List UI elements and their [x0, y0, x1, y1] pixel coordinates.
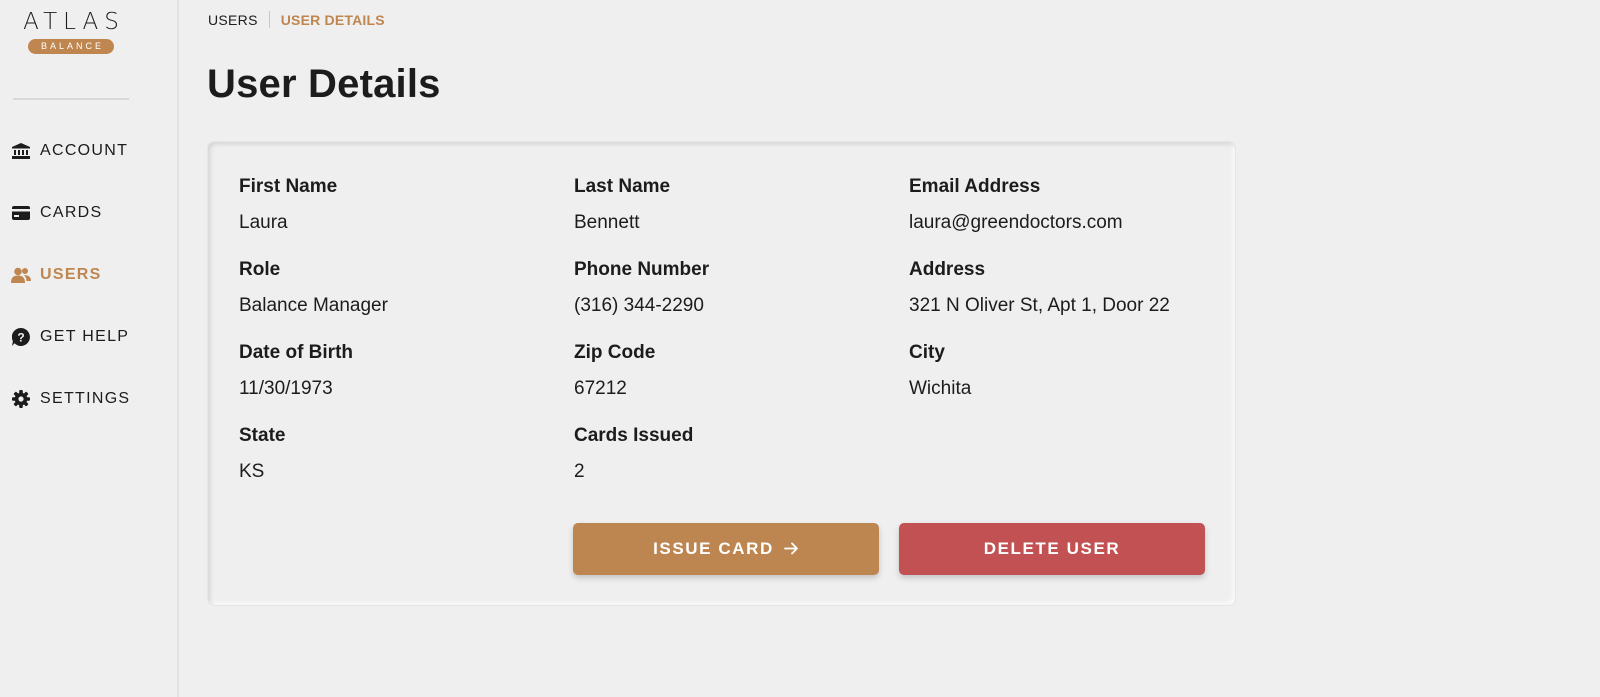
field-value: Bennett [574, 212, 640, 233]
sidebar-item-label: GET HELP [40, 328, 130, 345]
sidebar-item-label: SETTINGS [40, 390, 131, 407]
breadcrumb-users-link[interactable]: USERS [208, 12, 258, 28]
sidebar-divider [13, 98, 129, 100]
breadcrumb-separator [268, 11, 270, 28]
field-label: Phone Number [574, 259, 710, 280]
help-icon: ? [11, 327, 31, 347]
sidebar-item-cards[interactable]: CARDS [0, 195, 177, 231]
field-state: State KS [239, 424, 574, 507]
logo-badge: BALANCE [27, 39, 115, 54]
sidebar-item-users[interactable]: USERS [0, 257, 177, 293]
field-phone-number: Phone Number (316) 344-2290 [574, 258, 909, 341]
field-cards-issued: Cards Issued 2 [574, 424, 909, 507]
field-value: 11/30/1973 [239, 378, 333, 399]
sidebar: ATLAS BALANCE ACCOUNT CARDS USERS ? GET … [0, 0, 179, 697]
sidebar-item-settings[interactable]: SETTINGS [0, 381, 177, 417]
field-label: City [909, 342, 945, 363]
bank-icon [11, 141, 31, 161]
sidebar-item-label: ACCOUNT [40, 142, 129, 159]
breadcrumb-current: USER DETAILS [280, 11, 385, 28]
users-icon [11, 265, 31, 285]
atlas-balance-logo[interactable]: ATLAS BALANCE [17, 8, 125, 54]
field-value: laura@greendoctors.com [909, 212, 1123, 233]
field-value: 321 N Oliver St, Apt 1, Door 22 [909, 295, 1170, 316]
issue-card-label: ISSUE CARD [653, 539, 774, 558]
field-address: Address 321 N Oliver St, Apt 1, Door 22 [909, 258, 1244, 341]
user-details-grid: First Name Laura Last Name Bennett Email… [239, 175, 1244, 507]
field-label: Role [239, 259, 281, 280]
sidebar-item-account[interactable]: ACCOUNT [0, 133, 177, 169]
user-details-card: First Name Laura Last Name Bennett Email… [207, 141, 1236, 606]
field-date-of-birth: Date of Birth 11/30/1973 [239, 341, 574, 424]
issue-card-button[interactable]: ISSUE CARD [573, 523, 879, 575]
field-zip-code: Zip Code 67212 [574, 341, 909, 424]
field-value: KS [239, 461, 265, 482]
gear-icon [11, 389, 31, 409]
field-value: 67212 [574, 378, 627, 399]
sidebar-nav: ACCOUNT CARDS USERS ? GET HELP SETTINGS [0, 133, 177, 443]
field-email-address: Email Address laura@greendoctors.com [909, 175, 1244, 258]
field-value: Balance Manager [239, 295, 388, 316]
field-value: (316) 344-2290 [574, 295, 704, 316]
credit-card-icon [11, 203, 31, 223]
field-last-name: Last Name Bennett [574, 175, 909, 258]
field-label: Address [909, 259, 986, 280]
arrow-right-icon [784, 539, 799, 560]
svg-text:?: ? [17, 331, 24, 345]
delete-user-label: DELETE USER [983, 539, 1121, 558]
field-label: Last Name [574, 176, 671, 197]
sidebar-item-label: USERS [40, 266, 102, 283]
field-label: Cards Issued [574, 425, 694, 446]
field-value: Wichita [909, 378, 972, 399]
page-title: User Details [207, 62, 441, 106]
sidebar-item-label: CARDS [40, 204, 103, 221]
field-label: First Name [239, 176, 338, 197]
field-label: Date of Birth [239, 342, 353, 363]
field-label: State [239, 425, 286, 446]
field-value: Laura [239, 212, 288, 233]
field-value: 2 [574, 461, 585, 482]
field-label: Zip Code [574, 342, 656, 363]
delete-user-button[interactable]: DELETE USER [899, 523, 1205, 575]
sidebar-item-get-help[interactable]: ? GET HELP [0, 319, 177, 355]
breadcrumb: USERS USER DETAILS [208, 11, 385, 28]
field-label: Email Address [909, 176, 1041, 197]
field-first-name: First Name Laura [239, 175, 574, 258]
field-city: City Wichita [909, 341, 1244, 424]
field-role: Role Balance Manager [239, 258, 574, 341]
logo-wordmark: ATLAS [23, 9, 125, 35]
